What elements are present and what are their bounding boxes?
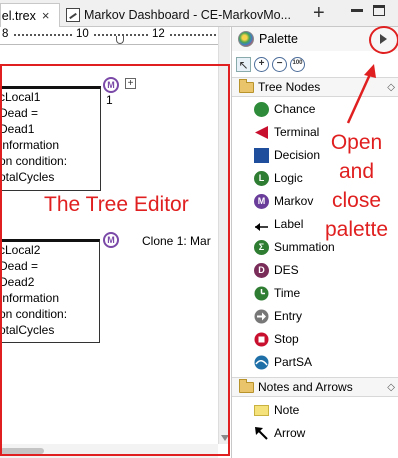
summation-icon: Σ: [254, 239, 269, 255]
palette-item-logic[interactable]: L Logic: [254, 167, 303, 189]
partsa-icon: [254, 355, 269, 370]
palette-icon: [238, 31, 254, 47]
collapse-icon[interactable]: ◇: [387, 382, 395, 393]
palette-item-label: Label: [274, 217, 304, 231]
section-title: Tree Nodes: [258, 80, 321, 94]
logic-icon: L: [254, 170, 269, 186]
palette-item-label: Time: [274, 286, 301, 300]
tab-model-file[interactable]: lel.trex ×: [0, 3, 60, 27]
minimize-icon[interactable]: [351, 9, 363, 12]
decision-icon: [254, 147, 269, 163]
section-tree-nodes[interactable]: Tree Nodes ◇: [232, 77, 398, 97]
palette-item-partsa[interactable]: PartSA: [254, 351, 312, 373]
palette-item-time[interactable]: Time: [254, 282, 300, 304]
palette-toggle-highlight: [369, 26, 398, 54]
palette-item-label: Decision: [274, 148, 321, 162]
palette-item-entry[interactable]: Entry: [254, 305, 302, 327]
palette-item-des[interactable]: D DES: [254, 259, 299, 281]
entry-icon: [254, 309, 269, 324]
palette-item-arrow[interactable]: Arrow: [254, 422, 305, 444]
palette-toolbar: ↖ + − 100: [236, 54, 305, 74]
tree-editor-highlight-frame: [0, 64, 230, 456]
ruler-caret-icon[interactable]: [116, 36, 124, 44]
open-close-palette-annotation: Open and close palette: [319, 128, 394, 244]
palette-item-label-node[interactable]: Label: [254, 213, 303, 235]
section-title: Notes and Arrows: [258, 380, 353, 394]
zoom-100-icon[interactable]: 100: [290, 56, 305, 72]
annotation-line: close: [331, 189, 382, 212]
folder-icon: [239, 378, 254, 393]
section-notes-and-arrows[interactable]: Notes and Arrows ◇: [232, 377, 398, 397]
time-icon: [254, 286, 269, 301]
ruler: 8 10 12: [0, 27, 218, 45]
palette-item-label: Note: [274, 403, 300, 417]
annotation-line: Open: [330, 131, 383, 154]
dashboard-icon: [66, 8, 80, 22]
palette-item-label: Terminal: [274, 125, 320, 139]
palette-item-note[interactable]: Note: [254, 399, 299, 421]
des-icon: D: [254, 262, 269, 278]
palette-item-label: PartSA: [274, 355, 313, 369]
tab-markov-dashboard[interactable]: Markov Dashboard - CE-MarkovMo...: [64, 3, 306, 27]
palette-item-markov[interactable]: M Markov: [254, 190, 313, 212]
zoom-in-icon[interactable]: +: [254, 56, 269, 72]
ruler-mark: 12: [152, 28, 165, 40]
ruler-mark: 8: [2, 28, 9, 40]
label-icon: [254, 217, 269, 232]
palette-item-terminal[interactable]: Terminal: [254, 121, 319, 143]
ruler-mark: 10: [76, 28, 89, 40]
tab-label: Markov Dashboard - CE-MarkovMo...: [84, 8, 292, 22]
palette-item-label: Logic: [274, 171, 303, 185]
palette-item-stop[interactable]: Stop: [254, 328, 299, 350]
annotation-line: palette: [324, 218, 389, 241]
palette-title: Palette: [259, 32, 298, 46]
markov-icon: M: [254, 193, 269, 209]
folder-icon: [239, 78, 254, 93]
chance-icon: [254, 101, 269, 117]
tab-label: lel.trex: [0, 8, 36, 23]
palette-item-label: Stop: [274, 332, 299, 346]
palette-item-decision[interactable]: Decision: [254, 144, 320, 166]
maximize-icon[interactable]: [373, 5, 385, 16]
terminal-icon: [254, 125, 269, 140]
ruler-ticks: [170, 34, 216, 36]
add-tab-button[interactable]: +: [313, 2, 325, 25]
note-icon: [254, 404, 269, 416]
editor-tab-bar: lel.trex × Markov Dashboard - CE-MarkovM…: [0, 0, 398, 27]
palette-item-label: Chance: [274, 102, 316, 116]
palette-item-label: Entry: [274, 309, 303, 323]
ruler-ticks: [14, 34, 72, 36]
annotation-line: and: [338, 160, 375, 183]
palette-item-label: Arrow: [274, 426, 306, 440]
collapse-icon[interactable]: ◇: [387, 82, 395, 93]
arrow-icon: [254, 426, 269, 441]
close-icon[interactable]: ×: [42, 8, 50, 23]
palette-item-label: DES: [274, 263, 299, 277]
palette-item-label: Markov: [274, 194, 314, 208]
stop-icon: [254, 332, 269, 347]
palette-item-chance[interactable]: Chance: [254, 98, 315, 120]
select-tool-icon[interactable]: ↖: [236, 56, 251, 72]
zoom-out-icon[interactable]: −: [272, 56, 287, 72]
